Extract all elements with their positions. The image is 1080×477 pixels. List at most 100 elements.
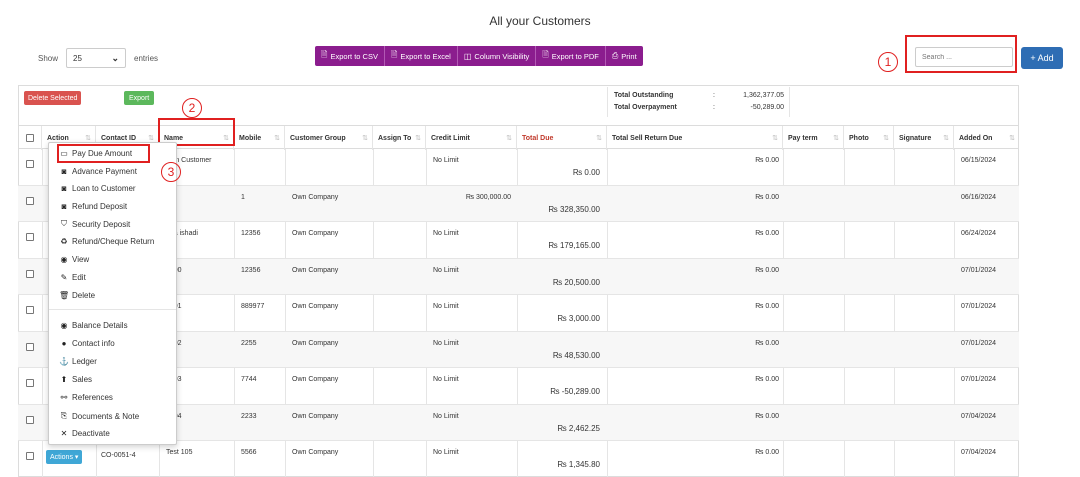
credit-limit-cell: No Limit: [433, 449, 459, 456]
mobile-cell: 7744: [241, 376, 257, 383]
customer-group-cell: Own Company: [292, 193, 339, 201]
col-pay-term[interactable]: Pay term ⇅: [783, 126, 844, 150]
sort-icon: ⇅: [833, 135, 839, 142]
row-checkbox[interactable]: [26, 160, 34, 168]
row-checkbox[interactable]: [26, 306, 34, 314]
sort-icon: ⇅: [1009, 135, 1015, 142]
sell-return-due-cell: ₨ 0.00: [755, 303, 779, 310]
sell-return-due-cell: ₨ 0.00: [755, 449, 779, 456]
col-assign-to[interactable]: Assign To ⇅: [373, 126, 426, 150]
actions-button[interactable]: Actions ▾: [46, 450, 83, 464]
export-button[interactable]: Export: [124, 91, 155, 105]
col-total-due[interactable]: Total Due ⇅: [517, 126, 607, 150]
col-photo-label: Photo: [849, 134, 869, 142]
col-credit-limit[interactable]: Credit Limit ⇅: [426, 126, 517, 150]
actions-dropdown-menu: ▭ Pay Due Amount ◙ Advance Payment ◙ Loan to …: [48, 142, 177, 445]
row-checkbox[interactable]: [26, 196, 34, 205]
total-due-cell: ₨ 20,500.00: [552, 277, 600, 287]
column-visibility-button[interactable]: ◫ Column Visibility: [457, 46, 537, 66]
credit-limit-cell: No Limit: [433, 376, 459, 383]
menu-item-label: Refund Deposit: [72, 202, 128, 211]
file-icon: 🗎: [321, 50, 328, 59]
annotation-marker-3: 3: [161, 162, 181, 182]
menu-item-label: Sales: [72, 375, 93, 384]
mobile-cell: 12356: [241, 230, 261, 237]
columns-icon: ◫: [463, 51, 472, 61]
customer-group-cell: Own Company: [292, 412, 339, 420]
menu-item-label: Ledger: [72, 357, 97, 366]
mobile-cell: 2233: [241, 412, 257, 420]
mobile-cell: 889977: [241, 303, 265, 310]
add-button[interactable]: + Add: [1021, 47, 1063, 69]
row-checkbox[interactable]: [26, 269, 34, 278]
eye-icon: ◉: [60, 255, 68, 264]
menu-item-refund-cheque-return[interactable]: ♻ Refund/Cheque Return: [59, 237, 154, 246]
menu-item-delete[interactable]: 🗑 Delete: [59, 291, 95, 300]
column-visibility-label: Column Visibility: [474, 51, 530, 61]
colon: :: [713, 104, 715, 111]
col-total-due-label: Total Due: [522, 134, 554, 142]
menu-item-security-deposit[interactable]: ⛉ Security Deposit: [59, 219, 130, 229]
total-due-cell: ₨ 0.00: [572, 168, 600, 177]
paperclip-icon: ⎘: [60, 411, 68, 420]
delete-selected-button[interactable]: Delete Selected: [24, 91, 82, 105]
menu-item-loan-to-customer[interactable]: ◙ Loan to Customer: [59, 184, 136, 193]
menu-divider: [49, 309, 176, 310]
col-mobile[interactable]: Mobile ⇅: [234, 126, 285, 150]
menu-item-ledger[interactable]: ⚓ Ledger: [59, 357, 97, 366]
print-icon: ⎙: [611, 51, 619, 60]
close-icon: ✕: [60, 429, 68, 438]
menu-item-label: Edit: [72, 273, 86, 282]
menu-item-documents-note[interactable]: ⎘ Documents & Note: [59, 411, 139, 421]
col-added-on-label: Added On: [959, 134, 993, 142]
added-on-cell: 07/01/2024: [961, 339, 997, 347]
menu-item-advance-payment[interactable]: ◙ Advance Payment: [59, 167, 137, 176]
export-pdf-button[interactable]: 🗎 Export to PDF: [536, 46, 606, 66]
menu-item-balance-details[interactable]: ◉ Balance Details: [59, 321, 128, 330]
col-photo[interactable]: Photo ⇅: [844, 126, 894, 150]
menu-item-edit[interactable]: ✎ Edit: [59, 273, 86, 282]
col-pay-term-label: Pay term: [788, 134, 818, 142]
menu-item-view[interactable]: ◉ View: [59, 255, 90, 264]
menu-item-deactivate[interactable]: ✕ Deactivate: [59, 429, 110, 438]
shield-icon: ⛉: [61, 219, 67, 228]
menu-item-label: View: [72, 255, 90, 264]
recycle-icon: ♻: [60, 237, 68, 246]
row-checkbox[interactable]: [26, 233, 34, 241]
menu-item-refund-deposit[interactable]: ◙ Refund Deposit: [59, 202, 128, 211]
totals-summary: Total Outstanding : 1,362,377.05 Total O…: [607, 87, 790, 117]
customer-group-cell: Own Company: [292, 449, 339, 456]
menu-item-references[interactable]: ⚯ References: [59, 393, 113, 402]
export-excel-button[interactable]: 🗎 Export to Excel: [384, 46, 458, 66]
menu-item-label: References: [72, 393, 113, 402]
print-button[interactable]: ⎙ Print: [605, 46, 643, 66]
col-signature[interactable]: Signature ⇅: [894, 126, 954, 150]
search-input[interactable]: [915, 47, 1013, 67]
select-all-header: [18, 126, 42, 150]
entries-select[interactable]: 25 ⌄: [66, 48, 127, 68]
pay-due-highlight-box: [57, 144, 150, 163]
export-csv-button[interactable]: 🗎 Export to CSV: [315, 46, 385, 66]
chevron-down-icon: ⌄: [111, 52, 120, 63]
row-checkbox[interactable]: [26, 415, 34, 424]
total-due-cell: ₨ 179,165.00: [548, 241, 600, 250]
sort-icon: ⇅: [883, 135, 889, 142]
sort-icon: ⇅: [596, 135, 602, 142]
col-customer-group[interactable]: Customer Group ⇅: [285, 126, 373, 150]
added-on-cell: 07/01/2024: [961, 266, 997, 274]
menu-item-sales[interactable]: ⬆ Sales: [59, 375, 92, 384]
sort-icon: ⇅: [415, 135, 421, 142]
money-bill-icon: ◙: [61, 167, 67, 176]
customer-group-cell: Own Company: [292, 303, 339, 310]
row-checkbox[interactable]: [26, 379, 34, 387]
col-total-sell-return-due[interactable]: Total Sell Return Due ⇅: [607, 126, 783, 150]
row-checkbox[interactable]: [26, 452, 34, 460]
col-added-on[interactable]: Added On ⇅: [954, 126, 1019, 150]
select-all-checkbox[interactable]: [25, 134, 34, 142]
credit-limit-cell: No Limit: [433, 266, 459, 274]
menu-item-contact-info[interactable]: ● Contact info: [59, 339, 115, 348]
added-on-cell: 07/01/2024: [961, 376, 997, 383]
menu-item-label: Contact info: [72, 339, 115, 348]
row-checkbox[interactable]: [26, 342, 34, 351]
total-outstanding-label: Total Outstanding: [614, 92, 674, 99]
